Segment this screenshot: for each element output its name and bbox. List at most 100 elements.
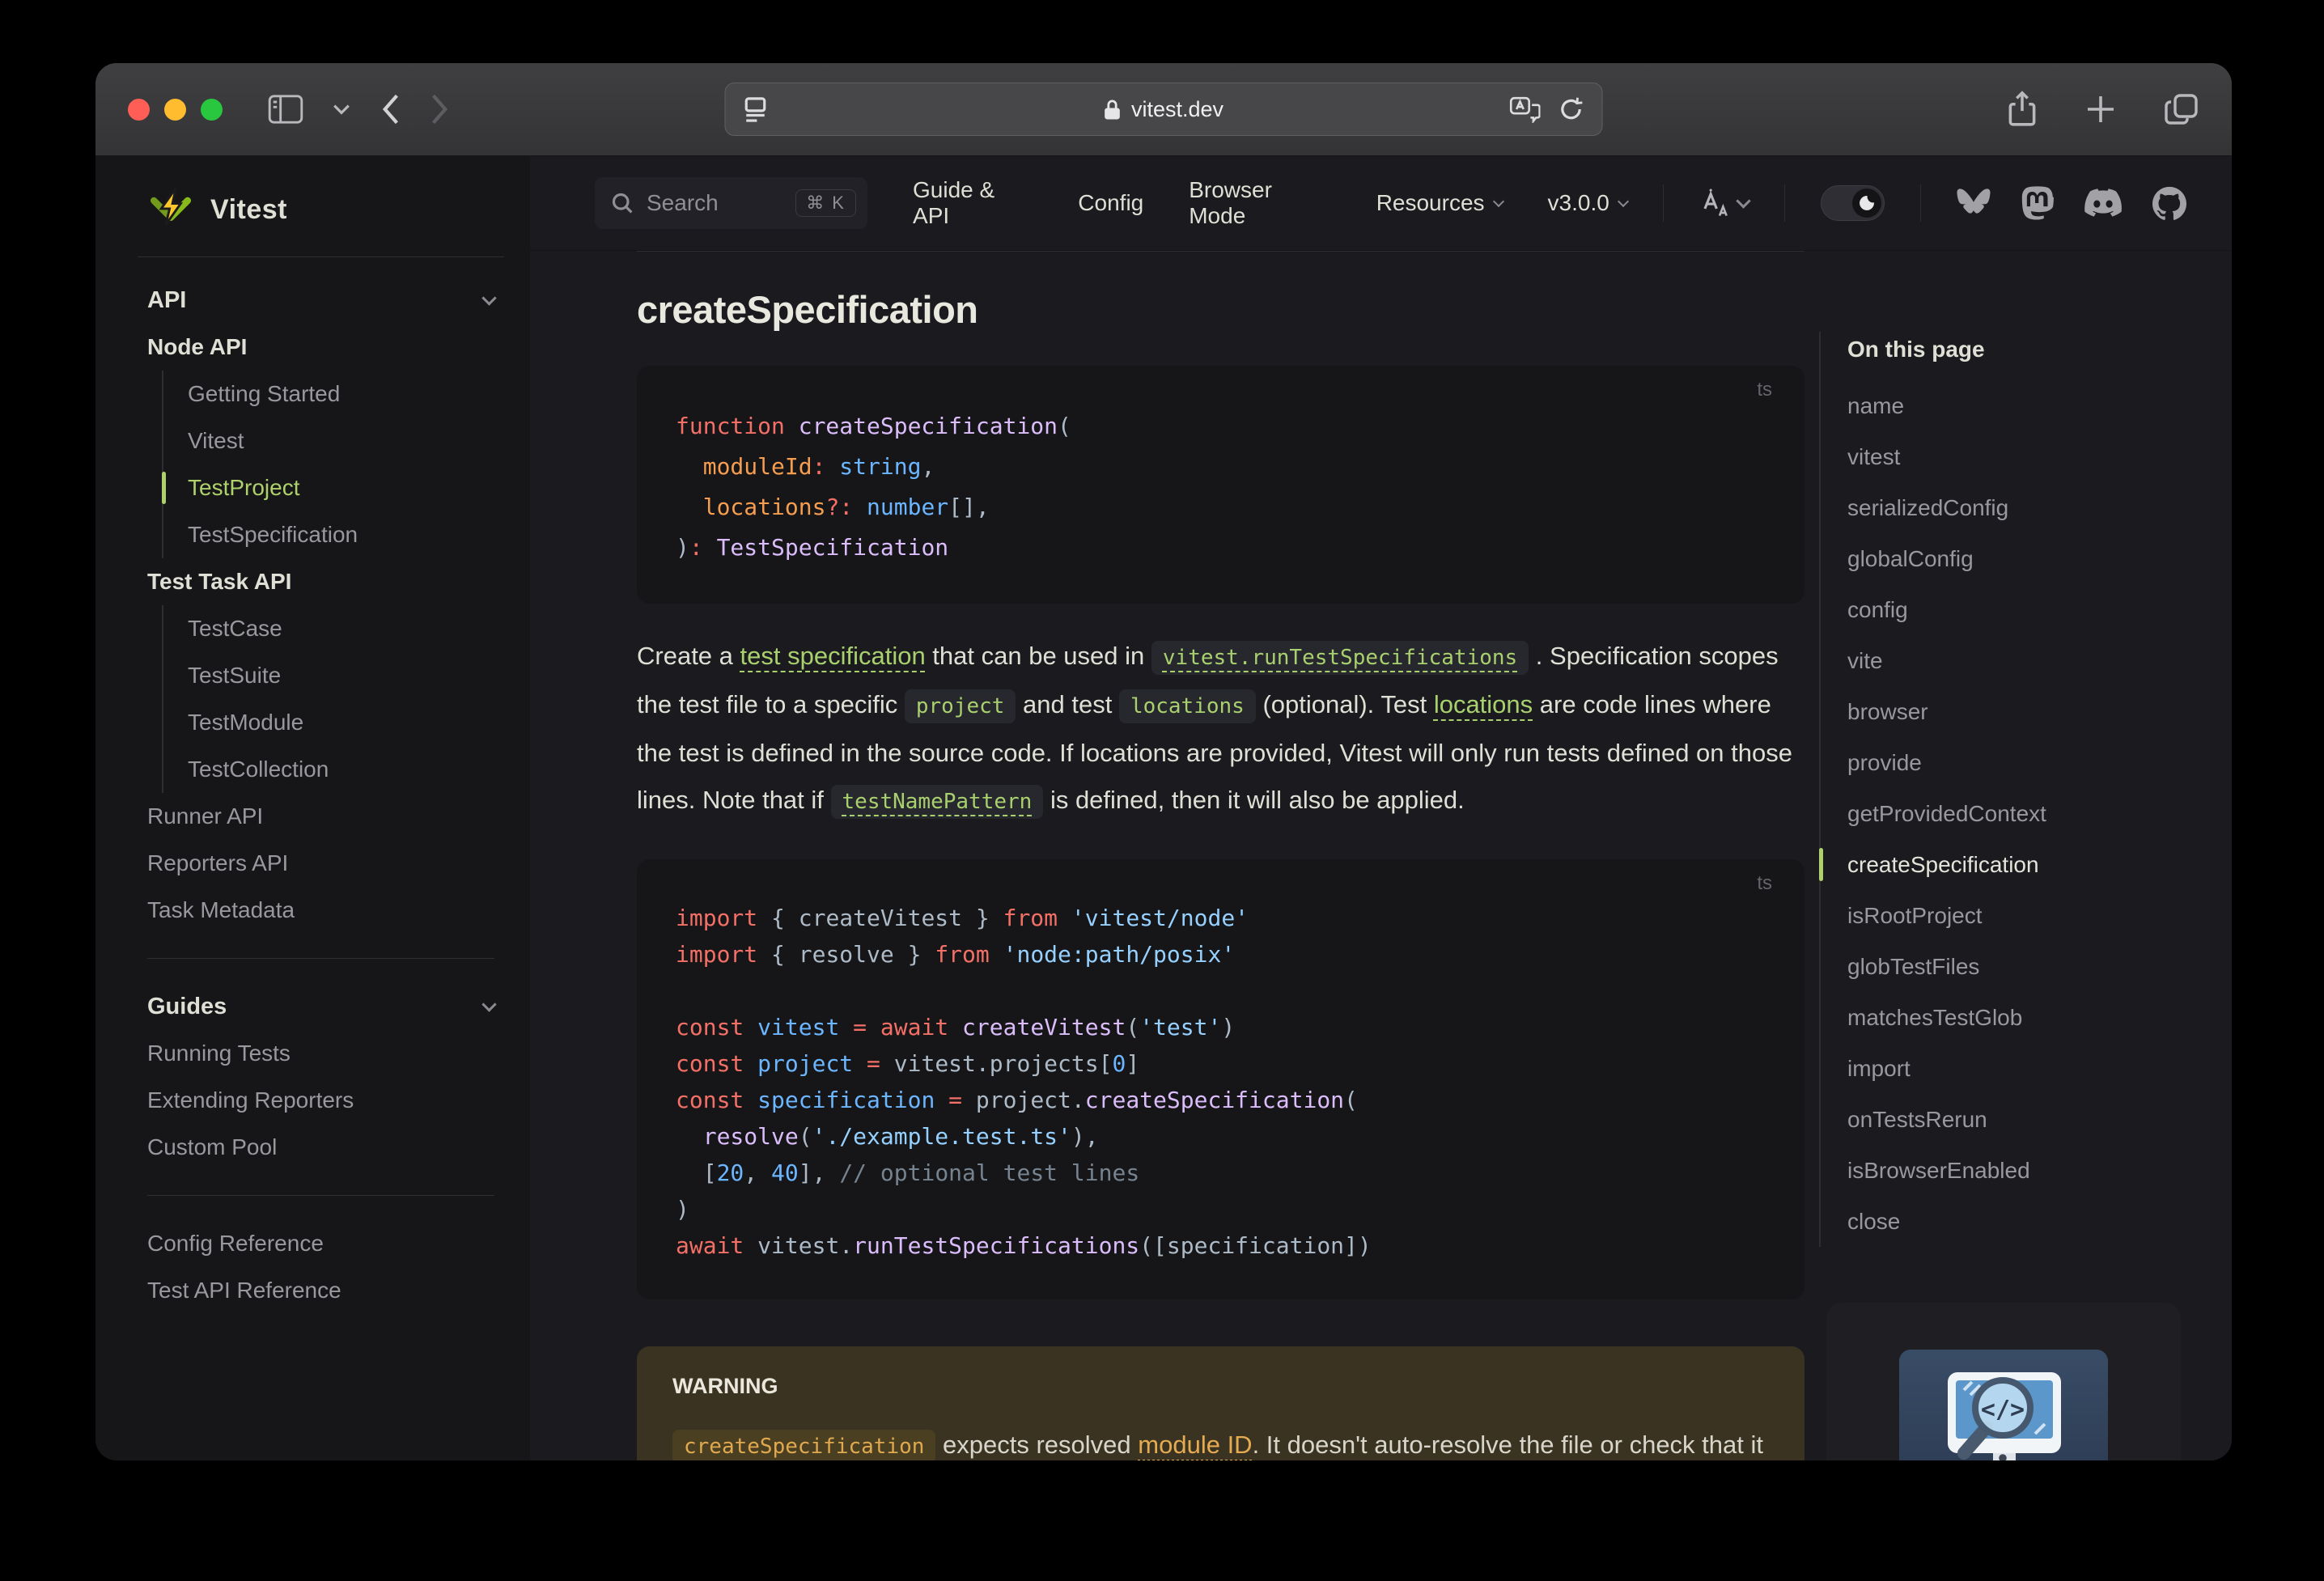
inline-code-locations: locations — [1118, 689, 1256, 723]
code-block-signature[interactable]: ts function createSpecification( moduleI… — [637, 366, 1804, 604]
toc-item-name[interactable]: name — [1847, 380, 2232, 431]
sidebar-item-getting-started[interactable]: Getting Started — [188, 371, 494, 418]
minimize-window-button[interactable] — [164, 98, 186, 121]
nav-link-label: Config — [1078, 190, 1144, 215]
sidebar-item-testproject[interactable]: TestProject — [162, 464, 494, 511]
code-line: function createSpecification( — [676, 413, 1071, 439]
search-label: Search — [647, 190, 719, 215]
nav-link-v3-0-0[interactable]: v3.0.0 — [1548, 190, 1629, 216]
toc-item-config[interactable]: config — [1847, 584, 2232, 635]
sidebar-item-test-task-api[interactable]: Test Task API — [147, 558, 494, 605]
text: expects resolved — [935, 1431, 1139, 1459]
toc-item-close[interactable]: close — [1847, 1196, 2232, 1247]
sidebar-item-testmodule[interactable]: TestModule — [188, 699, 494, 746]
github-icon[interactable] — [2152, 186, 2186, 220]
sidebar-item-testspecification[interactable]: TestSpecification — [188, 511, 494, 558]
sidebar-item-testsuite[interactable]: TestSuite — [188, 652, 494, 699]
toc-item-ontestsrerun[interactable]: onTestsRerun — [1847, 1094, 2232, 1145]
code-line: [20, 40], // optional test lines — [676, 1159, 1140, 1186]
warning-callout: WARNING createSpecification expects reso… — [637, 1346, 1804, 1460]
inline-code-link-vitest-runtestspecifications[interactable]: vitest.runTestSpecifications — [1151, 641, 1529, 675]
language-menu[interactable] — [1699, 187, 1751, 219]
new-tab-icon[interactable] — [2084, 93, 2117, 125]
toc-item-isbrowserenabled[interactable]: isBrowserEnabled — [1847, 1145, 2232, 1196]
logo[interactable]: Vitest — [147, 184, 494, 235]
toc-item-browser[interactable]: browser — [1847, 686, 2232, 737]
sidebar-group-api[interactable]: API — [147, 277, 497, 324]
sidebar-item-config-reference[interactable]: Config Reference — [147, 1220, 494, 1267]
tab-overview-icon[interactable] — [2164, 92, 2199, 126]
code-block-example[interactable]: ts import { createVitest } from 'vitest/… — [637, 859, 1804, 1299]
toc-item-globalconfig[interactable]: globalConfig — [1847, 533, 2232, 584]
sidebar-item-testcollection[interactable]: TestCollection — [188, 746, 494, 793]
svg-text:</>: </> — [1981, 1396, 2025, 1424]
sidebar-group-guides[interactable]: Guides — [147, 983, 497, 1030]
zoom-window-button[interactable] — [201, 98, 223, 121]
text: and test — [1016, 690, 1119, 718]
close-window-button[interactable] — [128, 98, 150, 121]
sidebar-item-running-tests[interactable]: Running Tests — [147, 1030, 494, 1077]
discord-icon[interactable] — [2084, 189, 2122, 218]
code-line: resolve('./example.test.ts'), — [702, 1123, 1099, 1150]
sidebar-toggle-icon[interactable] — [268, 95, 303, 124]
code-line: moduleId: string, — [702, 453, 935, 480]
theme-toggle[interactable] — [1820, 185, 1885, 221]
sidebar-item-task-metadata[interactable]: Task Metadata — [147, 887, 494, 934]
toc-item-serializedconfig[interactable]: serializedConfig — [1847, 482, 2232, 533]
code-lang-tag: ts — [1757, 872, 1772, 894]
navbar-divider — [1920, 184, 1921, 222]
toc-item-isrootproject[interactable]: isRootProject — [1847, 890, 2232, 941]
sidebar-item-reporters-api[interactable]: Reporters API — [147, 840, 494, 887]
toc-item-provide[interactable]: provide — [1847, 737, 2232, 788]
nav-link-label: Guide & API — [913, 177, 995, 228]
toc-item-vite[interactable]: vite — [1847, 635, 2232, 686]
translate-icon[interactable] — [1509, 95, 1541, 123]
sidebar-item-test-api-reference[interactable]: Test API Reference — [147, 1267, 494, 1314]
code-line: import { resolve } from 'node:path/posix… — [676, 941, 1236, 968]
sidebar-item-node-api[interactable]: Node API — [147, 324, 494, 371]
inline-code-project: project — [904, 689, 1016, 723]
code-line: await vitest.runTestSpecifications([spec… — [676, 1232, 1372, 1259]
nav-link-resources[interactable]: Resources — [1376, 190, 1504, 216]
traffic-lights — [128, 98, 223, 121]
sponsor-card[interactable]: </> — [1826, 1303, 2181, 1460]
sidebar-group-divider — [147, 1195, 494, 1196]
doc-link-module-id[interactable]: module ID — [1138, 1431, 1252, 1459]
sidebar-item-runner-api[interactable]: Runner API — [147, 793, 494, 840]
warning-text: createSpecification expects resolved mod… — [672, 1422, 1769, 1460]
sidebar-item-vitest[interactable]: Vitest — [188, 418, 494, 464]
nav-link-browser-mode[interactable]: Browser Mode — [1189, 177, 1330, 229]
mastodon-icon[interactable] — [2021, 186, 2054, 220]
toc-item-getprovidedcontext[interactable]: getProvidedContext — [1847, 788, 2232, 839]
nav-link-config[interactable]: Config — [1078, 190, 1143, 216]
nav-link-label: Browser Mode — [1189, 177, 1272, 228]
reload-icon[interactable] — [1559, 95, 1584, 123]
toc-item-createspecification[interactable]: createSpecification — [1819, 839, 2232, 890]
doc-link-locations[interactable]: locations — [1434, 690, 1533, 718]
back-button[interactable] — [380, 92, 401, 126]
share-icon[interactable] — [2007, 91, 2038, 128]
code-lang-tag: ts — [1757, 379, 1772, 401]
doc-link-test-specification[interactable]: test specification — [740, 642, 926, 670]
sidebar-item-custom-pool[interactable]: Custom Pool — [147, 1124, 494, 1171]
address-bar[interactable]: vitest.dev — [724, 83, 1603, 136]
toc-item-vitest[interactable]: vitest — [1847, 431, 2232, 482]
sidebar-chevron-icon[interactable] — [333, 104, 350, 115]
moon-icon — [1852, 189, 1882, 218]
bluesky-icon[interactable] — [1957, 188, 1991, 218]
search-button[interactable]: Search ⌘ K — [595, 177, 867, 229]
chevron-down-icon — [1492, 195, 1504, 208]
inline-code-link-testnamepattern[interactable]: testNamePattern — [830, 785, 1044, 819]
sidebar-item-extending-reporters[interactable]: Extending Reporters — [147, 1077, 494, 1124]
page-title: createSpecification — [637, 251, 1804, 332]
sidebar-item-testcase[interactable]: TestCase — [188, 605, 494, 652]
toc-item-import[interactable]: import — [1847, 1043, 2232, 1094]
toc-item-globtestfiles[interactable]: globTestFiles — [1847, 941, 2232, 992]
chevron-down-icon — [1617, 195, 1629, 208]
nav-link-guide-api[interactable]: Guide & API — [913, 177, 1033, 229]
toc-item-matchestestglob[interactable]: matchesTestGlob — [1847, 992, 2232, 1043]
browser-window: vitest.dev Vitest API Node API Getting S… — [95, 63, 2232, 1460]
forward-button[interactable] — [430, 92, 451, 126]
navbar-divider — [1783, 184, 1785, 222]
